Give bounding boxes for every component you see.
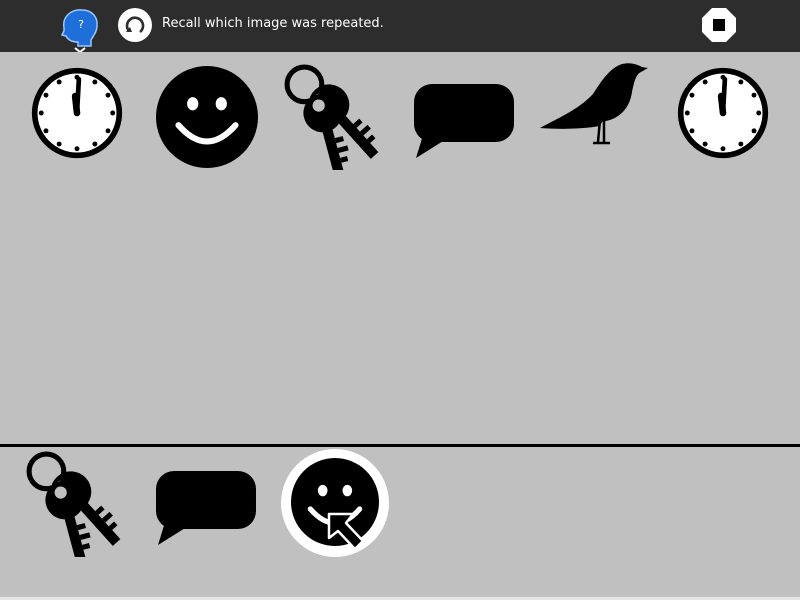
sequence-crow	[538, 60, 648, 146]
sequence-keys	[284, 64, 386, 170]
clock-icon	[676, 66, 770, 160]
sequence-area	[0, 52, 800, 444]
instruction-text: Recall which image was repeated.	[162, 16, 384, 31]
stop-button[interactable]	[701, 7, 737, 43]
refresh-icon	[125, 16, 145, 34]
sequence-smiley	[156, 66, 258, 168]
sequence-clock-1	[30, 66, 124, 160]
clock-icon	[30, 66, 124, 160]
sequence-speech-bubble	[412, 82, 516, 158]
sequence-clock-2	[676, 66, 770, 160]
answer-area	[0, 447, 800, 597]
choice-keys[interactable]	[26, 451, 128, 557]
crow-icon	[538, 60, 648, 146]
top-bar: ? Recall which image was repeated.	[0, 0, 800, 54]
speech-bubble-icon	[412, 82, 516, 158]
mouse-cursor-icon	[326, 511, 366, 557]
speech-bubble-icon	[154, 469, 258, 545]
keys-icon	[284, 64, 386, 170]
keys-icon	[26, 451, 128, 557]
svg-text:?: ?	[78, 18, 84, 31]
restart-button[interactable]	[118, 8, 152, 42]
smiley-icon	[156, 66, 258, 168]
stop-icon	[702, 8, 736, 42]
brain-question-icon[interactable]: ?	[58, 6, 102, 54]
choice-speech-bubble[interactable]	[154, 469, 258, 545]
